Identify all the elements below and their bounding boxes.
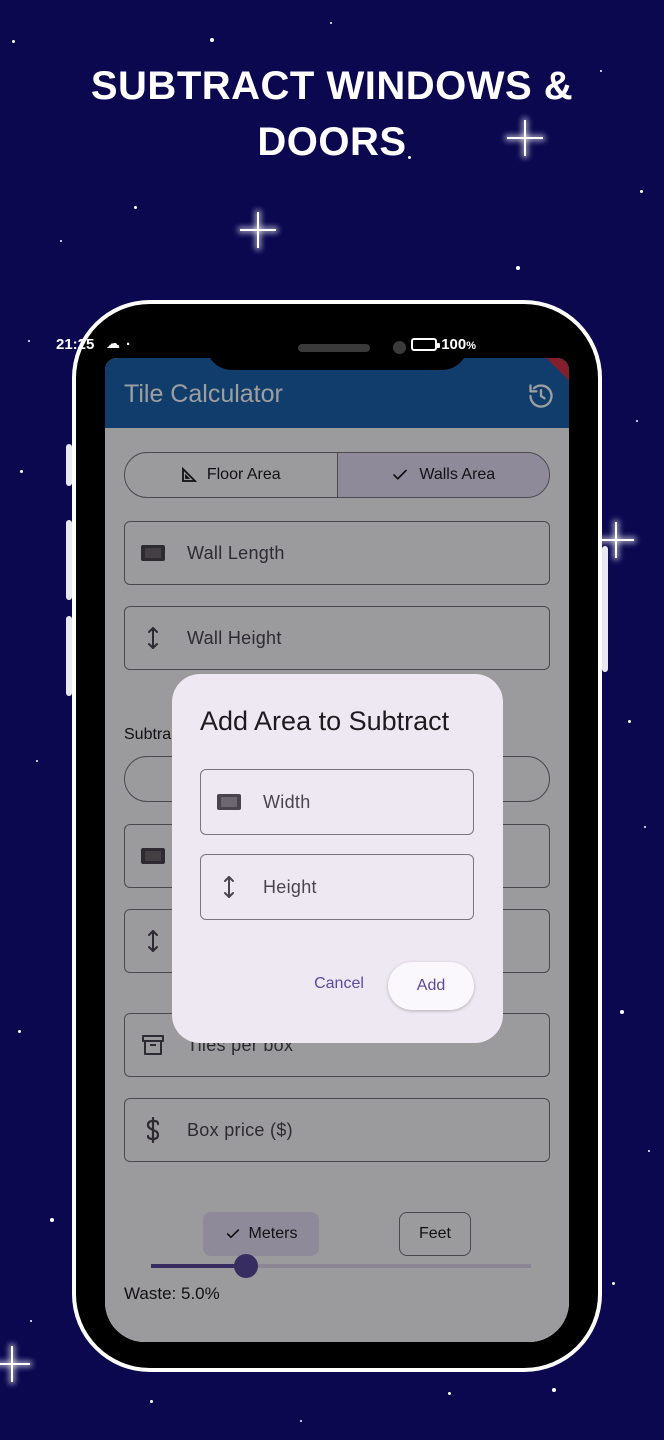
battery-unit: % (466, 340, 476, 352)
status-time: 21:25 (56, 336, 95, 353)
dialog-width-label: Width (263, 791, 311, 812)
battery-percent: 100 (441, 336, 467, 353)
cloud-icon: ☁ (106, 335, 120, 351)
battery-indicator: 100% (411, 336, 476, 353)
dialog-height-field[interactable]: Height (200, 854, 474, 920)
headline-line-1: SUBTRACT WINDOWS & (90, 64, 574, 108)
vertical-arrows-icon (201, 875, 257, 899)
dialog-title: Add Area to Subtract (200, 706, 450, 736)
phone-side-button (66, 520, 72, 600)
phone-side-button (66, 616, 72, 696)
dialog-width-field[interactable]: Width (200, 769, 474, 835)
notification-dot-icon: · (126, 336, 131, 353)
status-bar: 21:25 ☁ · 100% (56, 335, 476, 356)
add-area-dialog: Add Area to Subtract Width Height Cancel… (172, 674, 503, 1043)
battery-icon (411, 338, 441, 351)
headline-line-2: DOORS (257, 120, 407, 164)
phone-side-button (602, 546, 608, 672)
add-button[interactable]: Add (388, 962, 474, 1010)
panorama-icon (201, 792, 257, 812)
phone-side-button (66, 444, 72, 486)
dialog-height-label: Height (263, 876, 317, 897)
cancel-button[interactable]: Cancel (302, 975, 376, 999)
promo-headline: SUBTRACT WINDOWS & DOORS (0, 58, 664, 170)
